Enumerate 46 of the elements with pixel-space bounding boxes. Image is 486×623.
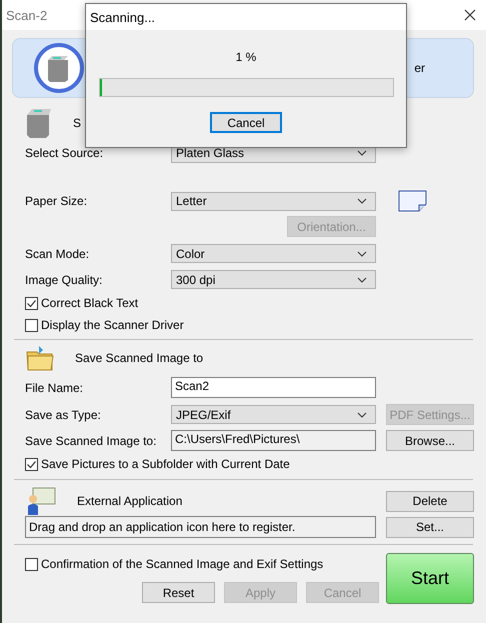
chevron-icon xyxy=(357,412,367,418)
scan-mode-dropdown[interactable]: Color xyxy=(171,244,376,263)
image-quality-dropdown[interactable]: 300 dpi xyxy=(171,270,376,289)
checkbox-label: Display the Scanner Driver xyxy=(41,318,184,332)
scanner-icon xyxy=(33,42,85,94)
window-title: Scan-2 xyxy=(6,8,48,22)
checkbox[interactable] xyxy=(25,318,38,332)
progress-percent: 1 % xyxy=(236,50,256,64)
field-label: Select Source: xyxy=(25,146,104,160)
close-icon[interactable] xyxy=(464,9,476,21)
save-type-dropdown[interactable]: JPEG/Exif xyxy=(171,405,376,424)
field-label: Image Quality: xyxy=(25,272,104,286)
chevron-icon xyxy=(357,198,367,204)
field-label: File Name: xyxy=(25,380,84,394)
user-app-icon xyxy=(25,485,57,517)
banner-text: er xyxy=(414,61,425,75)
chevron-icon xyxy=(357,276,367,282)
folder-icon xyxy=(25,344,55,372)
paper-size-dropdown[interactable]: Letter xyxy=(171,192,376,210)
chevron-icon xyxy=(357,250,367,256)
start-button[interactable]: Start xyxy=(386,553,474,604)
section-heading: Save Scanned Image to xyxy=(75,351,204,365)
file-name-field[interactable]: Scan2 xyxy=(171,377,376,398)
browse-button[interactable]: Browse... xyxy=(386,430,474,451)
scanner-icon xyxy=(25,107,53,139)
section-heading: S xyxy=(73,116,82,130)
chevron-icon xyxy=(357,150,367,156)
cancel-button[interactable]: Cancel xyxy=(210,112,282,133)
reset-button[interactable]: Reset xyxy=(142,582,215,603)
dialog-title: Scanning... xyxy=(90,10,156,24)
section-heading: External Application xyxy=(77,494,184,508)
field-label: Save Scanned Image to: xyxy=(25,434,158,448)
checkbox[interactable] xyxy=(25,458,38,470)
checkbox-label: Save Pictures to a Subfolder with Current Date xyxy=(41,457,290,471)
folder-path-field[interactable]: C:\Users\Fred\Pictures\ xyxy=(171,430,376,451)
drop-area[interactable]: Drag and drop an application icon here to register. xyxy=(25,516,376,538)
field-label: Scan Mode: xyxy=(25,246,90,260)
checkbox[interactable] xyxy=(25,296,38,310)
field-label: Save as Type: xyxy=(25,408,102,422)
checkbox-label: Correct Black Text xyxy=(41,296,138,310)
set-button[interactable]: Set... xyxy=(386,516,474,538)
page-icon xyxy=(398,190,428,212)
checkbox[interactable] xyxy=(25,558,38,570)
delete-button[interactable]: Delete xyxy=(386,490,474,512)
field-label: Paper Size: xyxy=(25,194,88,208)
checkbox-label: Confirmation of the Scanned Image and Exif Settings xyxy=(41,557,324,571)
